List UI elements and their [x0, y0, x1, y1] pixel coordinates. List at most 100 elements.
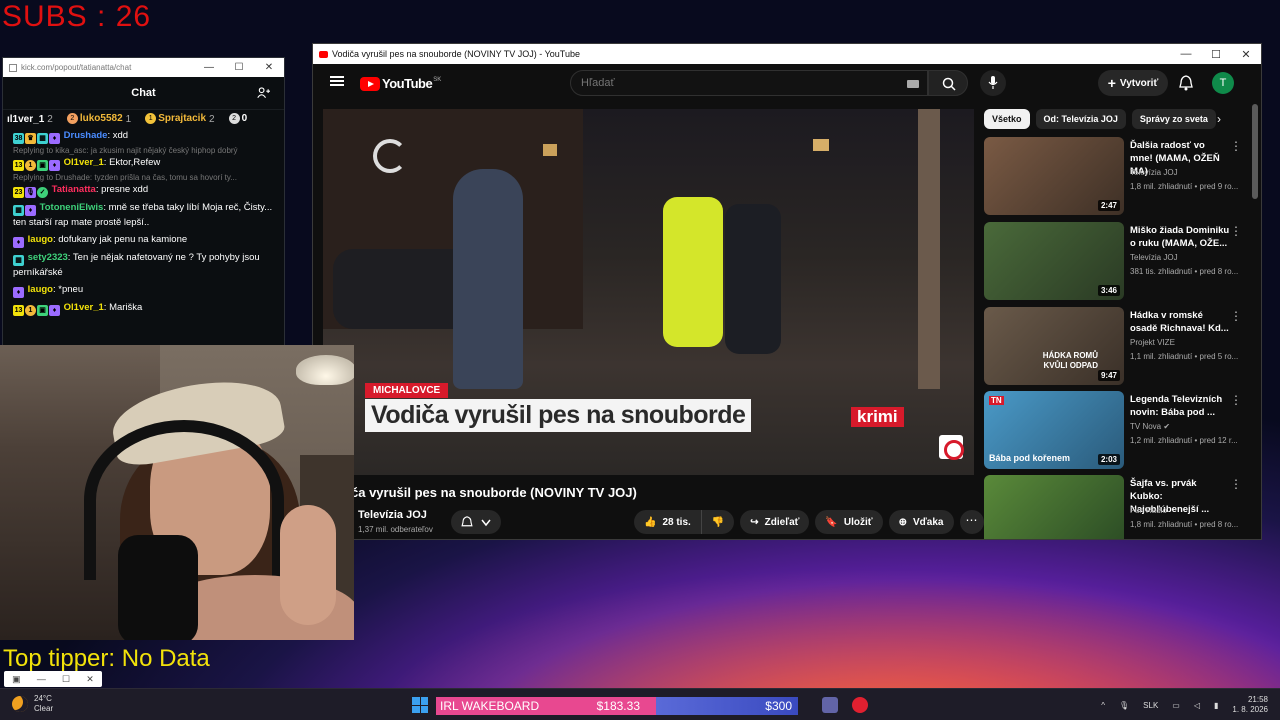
save-button[interactable]: 🔖 Uložiť	[815, 510, 883, 534]
window-icon[interactable]: ▣	[12, 674, 21, 685]
lower-third-title: Vodiča vyrušil pes na snouborde	[365, 399, 752, 432]
chat-username[interactable]: sety2323	[28, 252, 68, 263]
account-avatar[interactable]: T	[1212, 72, 1234, 94]
chat-text: *pneu	[58, 284, 84, 295]
chip-channel[interactable]: Od: Televízia JOJ	[1035, 109, 1126, 129]
like-button[interactable]: 👍 28 tis.	[634, 510, 701, 534]
channel-name[interactable]: Televízia JOJ	[358, 509, 427, 521]
chat-username[interactable]: Ol1ver_1	[64, 302, 104, 313]
thumbnail-caption: Bába pod kořenem	[989, 453, 1071, 463]
chat-username[interactable]: laugo	[28, 234, 53, 245]
rec-channel: Projekt VIZE	[1130, 338, 1175, 347]
chat-username[interactable]: Ol1ver_1	[64, 157, 104, 168]
thanks-button[interactable]: ⊕ Vďaka	[888, 510, 954, 534]
verified-badge: ✓	[37, 187, 48, 198]
teams-icon[interactable]	[822, 697, 838, 713]
leaderboard-item[interactable]: 2 luko5582 1	[66, 113, 131, 125]
duration-badge: 2:03	[1097, 454, 1120, 465]
network-icon[interactable]: ▭	[1172, 701, 1180, 710]
donation-progress: IRL WAKEBOARD $183.33	[436, 697, 656, 715]
chat-username[interactable]: laugo	[28, 284, 53, 295]
clock-date: 1. 8. 2026	[1232, 705, 1268, 714]
youtube-taskbar-icon[interactable]	[852, 697, 868, 713]
search-input[interactable]	[571, 71, 871, 95]
recommended-video[interactable]: TN Bába pod kořenem 2:03 Legenda Televiz…	[984, 391, 1246, 469]
chat-username[interactable]: Drushade	[64, 130, 108, 141]
leaderboard-item[interactable]: 1 Sprajtacik 2	[145, 113, 215, 125]
chat-username[interactable]: TotoneniElwis	[40, 202, 104, 213]
chip-world-news[interactable]: Správy zo sveta	[1131, 109, 1216, 129]
users-icon[interactable]	[257, 87, 270, 99]
joj-watermark-icon	[373, 139, 407, 173]
tipper-badge: 1	[25, 305, 36, 316]
create-button[interactable]: + Vytvoriť	[1098, 70, 1168, 96]
donation-goal-bar: IRL WAKEBOARD $183.33 $300	[436, 692, 798, 718]
keyboard-icon[interactable]	[907, 80, 919, 88]
subscribe-notifications-button[interactable]	[451, 510, 501, 534]
leaderboard-item[interactable]: ıl1ver_1 2	[7, 114, 53, 125]
minimize-button[interactable]: —	[194, 62, 224, 73]
thumbs-up-icon: 👍	[644, 516, 657, 528]
cam-lamp	[296, 355, 354, 385]
medal-icon: 1	[145, 113, 157, 125]
chevron-up-icon[interactable]: ^	[1101, 701, 1105, 710]
chip-all[interactable]: Všetko	[984, 109, 1030, 129]
krimi-logo: krimi	[851, 407, 904, 427]
maximize-button[interactable]: ☐	[1201, 48, 1231, 61]
maximize-button[interactable]: ☐	[224, 62, 254, 73]
rec-meta: 1,8 mil. zhliadnutí • pred 9 ro...	[1130, 182, 1239, 191]
close-button[interactable]: ✕	[86, 674, 94, 685]
close-button[interactable]: ✕	[1231, 48, 1261, 61]
subs-counter: SUBS : 26	[2, 0, 152, 33]
search-button[interactable]	[928, 70, 968, 96]
share-button[interactable]: ↪ Zdieľať	[740, 510, 810, 534]
recommended-video[interactable]: Šajfa vs. prvák Kubko: Najobľúbenejší ..…	[984, 475, 1246, 539]
more-options-icon[interactable]: ⋮	[1230, 224, 1242, 238]
chevron-right-icon[interactable]: ›	[1217, 112, 1221, 126]
page-icon	[9, 63, 17, 72]
video-player[interactable]: MICHALOVCE Vodiča vyrušil pes na snoubor…	[323, 109, 974, 475]
chat-username[interactable]: Tatianatta	[52, 184, 96, 195]
emote-badge: ▦	[13, 205, 24, 216]
voice-search-button[interactable]	[980, 70, 1006, 96]
location-tag: MICHALOVCE	[365, 383, 449, 398]
minimize-button[interactable]: —	[37, 674, 46, 684]
tipper-badge: 1	[25, 160, 36, 171]
more-options-icon[interactable]: ⋮	[1230, 309, 1242, 323]
more-options-icon[interactable]: ⋮	[1230, 477, 1242, 491]
rec-title: Hádka v romské osadě Richnava! Kd...	[1130, 310, 1229, 334]
chat-message: ♦ laugo: dofukany jak penu na kamione	[3, 232, 284, 250]
chat-message: 13 1 ▣ ♦ Ol1ver_1: Ektor,Refew	[13, 157, 161, 171]
thumbs-down-icon: 👎	[711, 516, 725, 528]
more-options-icon[interactable]: ⋮	[1230, 139, 1242, 153]
rec-meta: 381 tis. zhliadnutí • pred 8 ro...	[1130, 267, 1239, 276]
battery-icon[interactable]: ▮	[1214, 701, 1218, 710]
chat-message: 38 ♛ ▦ ♦ Drushade: xdd	[13, 130, 129, 144]
leaderboard-item[interactable]: 20	[228, 113, 247, 125]
clock[interactable]: 21:58 1. 8. 2026	[1232, 695, 1268, 715]
recommended-video[interactable]: 2:47 Ďalšia radosť vo mne! (MAMA, OŽEŇ M…	[984, 137, 1246, 215]
recommended-video[interactable]: HÁDKA ROMŮ KVŮLI ODPAD 9:47 Hádka v roms…	[984, 307, 1246, 385]
more-actions-icon[interactable]: ⋯	[959, 510, 984, 534]
more-options-icon[interactable]: ⋮	[1230, 393, 1242, 407]
scrollbar[interactable]	[1252, 104, 1258, 199]
recommended-video[interactable]: 3:46 Miško žiada Dominiku o ruku (MAMA, …	[984, 222, 1246, 300]
weather-widget[interactable]: 24°C Clear	[12, 694, 53, 714]
youtube-logo[interactable]: YouTube SK	[360, 76, 441, 91]
donation-current: $183.33	[596, 699, 640, 713]
menu-icon[interactable]	[330, 76, 344, 86]
chevron-down-icon	[481, 519, 491, 527]
dislike-button[interactable]: 👎	[700, 510, 735, 534]
maximize-button[interactable]: ☐	[62, 674, 70, 685]
microphone-icon[interactable]: 🎙	[1119, 701, 1129, 710]
reply-context: Replying to kika_asc: ja zkusim najit ně…	[13, 146, 238, 155]
volume-icon[interactable]: ◁	[1194, 701, 1200, 710]
notifications-bell-icon[interactable]	[1179, 75, 1193, 91]
minimize-button[interactable]: —	[1171, 48, 1201, 60]
windows-start-icon[interactable]	[412, 697, 428, 713]
language-indicator[interactable]: SLK	[1143, 701, 1158, 710]
close-button[interactable]: ✕	[254, 62, 284, 73]
crown-badge: ♛	[25, 133, 36, 144]
bell-icon	[461, 516, 473, 527]
rec-channel: Televízia JOJ	[1130, 168, 1178, 177]
